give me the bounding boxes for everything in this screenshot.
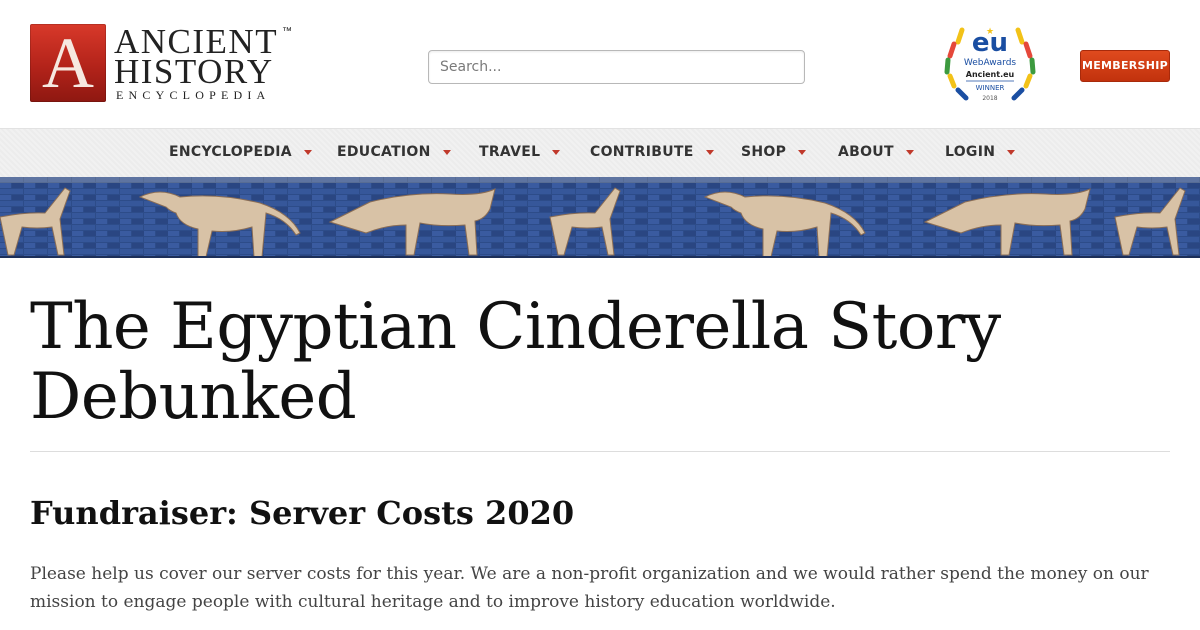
search-input[interactable] <box>428 50 805 84</box>
site-logo[interactable]: A ANCIENT ™ HISTORY ENCYCLOPEDIA <box>30 24 300 104</box>
award-year: 2018 <box>982 95 998 102</box>
nav-item-login[interactable]: LOGIN <box>945 144 1016 160</box>
divider <box>30 451 1170 452</box>
fundraiser-text: Please help us cover our server costs fo… <box>30 564 1149 612</box>
caret-down-icon <box>905 149 914 155</box>
award-eu-text: eu <box>971 28 1009 58</box>
logo-mark: A <box>30 24 106 102</box>
caret-down-icon <box>705 149 714 155</box>
nav-item-education[interactable]: EDUCATION <box>337 144 451 160</box>
caret-down-icon <box>1007 149 1016 155</box>
nav-item-label: CONTRIBUTE <box>590 144 694 160</box>
nav-item-label: ENCYCLOPEDIA <box>169 144 292 160</box>
ishtar-gate-lions-icon <box>0 177 1200 256</box>
nav-item-label: ABOUT <box>838 144 894 160</box>
nav-item-travel[interactable]: TRAVEL <box>479 144 561 160</box>
caret-down-icon <box>303 149 312 155</box>
logo-word-history: HISTORY <box>114 52 274 91</box>
nav-item-label: SHOP <box>741 144 787 160</box>
nav-item-label: LOGIN <box>945 144 996 160</box>
membership-button[interactable]: MEMBERSHIP <box>1080 50 1170 82</box>
award-site: Ancient.eu <box>965 70 1015 79</box>
nav-item-encyclopedia[interactable]: ENCYCLOPEDIA <box>169 144 312 160</box>
logo-word-encyclopedia: ENCYCLOPEDIA <box>116 88 271 102</box>
nav-item-about[interactable]: ABOUT <box>838 144 914 160</box>
caret-down-icon <box>442 149 451 155</box>
logo-trademark: ™ <box>282 26 292 37</box>
nav-item-label: TRAVEL <box>479 144 541 160</box>
web-awards-badge: ★ eu WebAwards Ancient.eu WINNER 2018 <box>940 20 1040 108</box>
nav-item-contribute[interactable]: CONTRIBUTE <box>590 144 714 160</box>
nav-item-label: EDUCATION <box>337 144 431 160</box>
header-banner <box>0 177 1200 258</box>
nav-item-shop[interactable]: SHOP <box>741 144 807 160</box>
main-nav: ENCYCLOPEDIA EDUCATION TRAVEL CONTRIBUTE… <box>0 128 1200 177</box>
caret-down-icon <box>798 149 807 155</box>
site-header: A ANCIENT ™ HISTORY ENCYCLOPEDIA ★ eu <box>0 0 1200 128</box>
award-winner: WINNER <box>975 84 1005 92</box>
fundraiser-heading: Fundraiser: Server Costs 2020 <box>30 494 575 532</box>
award-title: WebAwards <box>963 58 1017 68</box>
page-title: The Egyptian Cinderella Story Debunked <box>30 290 1001 434</box>
logo-letter: A <box>42 23 94 103</box>
caret-down-icon <box>552 149 561 155</box>
